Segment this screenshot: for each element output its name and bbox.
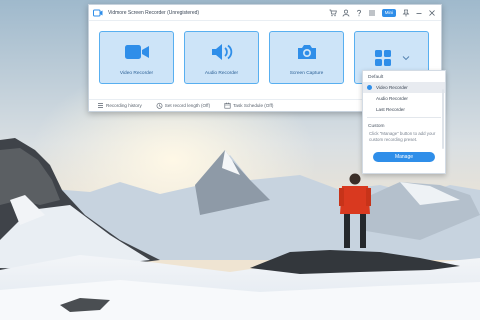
menu-item-video-recorder[interactable]: Video Recorder (363, 82, 445, 93)
screen-capture-card[interactable]: Screen Capture (269, 31, 344, 84)
chevron-down-icon[interactable] (402, 49, 410, 67)
video-camera-icon (124, 43, 150, 61)
audio-recorder-card[interactable]: Audio Recorder (184, 31, 259, 84)
menu-item-label: Last Recorder (376, 107, 405, 112)
recording-history-label: Recording history (106, 103, 142, 108)
close-icon[interactable] (427, 8, 437, 18)
video-recorder-card[interactable]: Video Recorder (99, 31, 174, 84)
list-icon (97, 102, 104, 109)
question-icon[interactable] (354, 8, 364, 18)
dropdown-scrollbar[interactable] (442, 89, 444, 149)
screen-capture-label: Screen Capture (289, 71, 324, 76)
audio-recorder-label: Audio Recorder (204, 71, 239, 76)
menu-item-audio-recorder[interactable]: Audio Recorder (363, 93, 445, 104)
calendar-icon (224, 102, 231, 109)
window-title: Vidmore Screen Recorder (Unregistered) (108, 9, 200, 16)
timer-icon (156, 102, 163, 109)
grid-icon (374, 49, 392, 67)
menu-item-label: Audio Recorder (376, 96, 408, 101)
menu-item-label: Video Recorder (376, 85, 408, 90)
cart-icon[interactable] (328, 8, 338, 18)
task-schedule-label: Task Schedule (Off) (233, 103, 274, 108)
selected-radio-icon (367, 85, 372, 90)
default-section-header: Default (368, 75, 384, 80)
divider (367, 117, 441, 118)
menu-icon[interactable] (367, 8, 377, 18)
manage-button[interactable]: Manage (373, 152, 435, 162)
pin-icon[interactable] (401, 8, 411, 18)
speaker-icon (210, 43, 234, 61)
menu-item-last-recorder[interactable]: Last Recorder (363, 104, 445, 115)
minimize-icon[interactable] (414, 8, 424, 18)
app-logo-icon (93, 9, 103, 17)
recorder-preset-dropdown: Default Video Recorder Audio Recorder La… (362, 70, 446, 174)
user-icon[interactable] (341, 8, 351, 18)
set-record-length-label: Set record length (Off) (164, 103, 211, 108)
set-record-length-link[interactable]: Set record length (Off) (156, 102, 210, 109)
task-schedule-link[interactable]: Task Schedule (Off) (224, 102, 273, 109)
title-bar: Vidmore Screen Recorder (Unregistered) M… (89, 5, 441, 21)
custom-section-header: Custom (368, 124, 385, 129)
mini-mode-button[interactable]: Mini (381, 8, 396, 17)
custom-description: Click "Manage" button to add your custom… (369, 131, 436, 142)
recording-history-link[interactable]: Recording history (97, 102, 142, 109)
video-recorder-label: Video Recorder (119, 71, 154, 76)
camera-icon (296, 43, 318, 61)
